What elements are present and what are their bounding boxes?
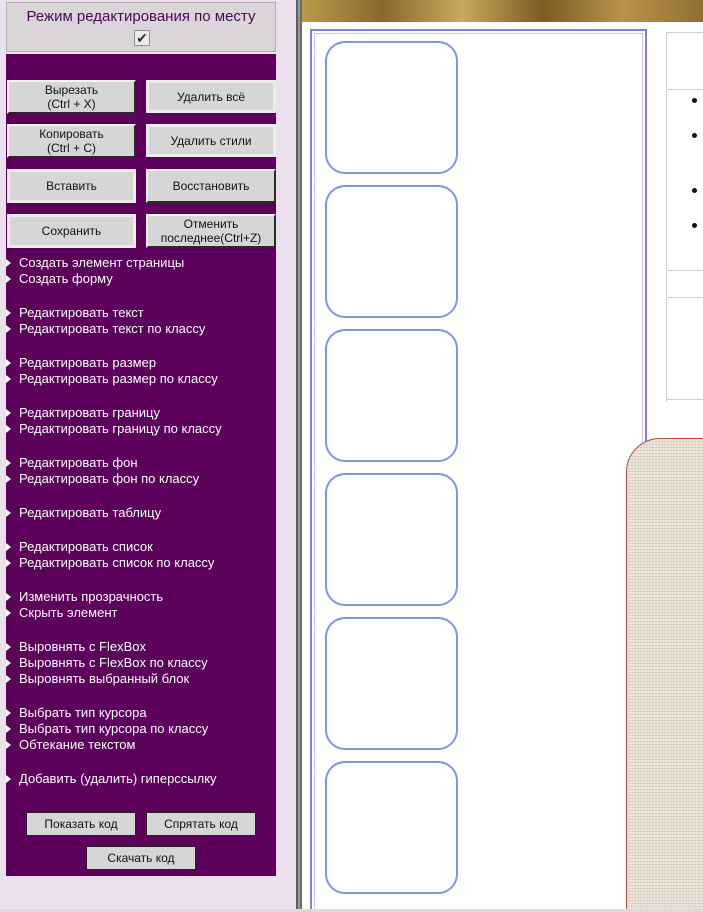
menu-item[interactable]: Редактировать фон bbox=[6, 455, 138, 471]
menu-item[interactable]: Редактировать список по классу bbox=[6, 555, 214, 571]
header-image-strip bbox=[302, 0, 703, 22]
menu-item[interactable]: Редактировать текст по классу bbox=[6, 321, 205, 337]
menu-item[interactable]: Выбрать тип курсора bbox=[6, 705, 147, 721]
checkmark-icon: ✔ bbox=[136, 30, 148, 46]
save-button[interactable]: Сохранить bbox=[7, 214, 136, 248]
menu-item[interactable]: Обтекание текстом bbox=[6, 737, 135, 753]
paste-button[interactable]: Вставить bbox=[7, 169, 136, 203]
content-card[interactable] bbox=[325, 41, 458, 174]
triangle-right-icon bbox=[6, 509, 11, 517]
content-card[interactable] bbox=[325, 185, 458, 318]
triangle-right-icon bbox=[6, 675, 11, 683]
menu-item[interactable]: Выровнять с FlexBox bbox=[6, 639, 146, 655]
list-bullet bbox=[692, 133, 697, 138]
triangle-right-icon bbox=[6, 543, 11, 551]
menu-item[interactable]: Редактировать список bbox=[6, 539, 153, 555]
menu-item[interactable]: Выбрать тип курсора по классу bbox=[6, 721, 208, 737]
triangle-right-icon bbox=[6, 359, 11, 367]
triangle-right-icon bbox=[6, 375, 11, 383]
menu-item[interactable]: Выровнять выбранный блок bbox=[6, 671, 189, 687]
list-bullet bbox=[692, 223, 697, 228]
menu-item[interactable]: Добавить (удалить) гиперссылку bbox=[6, 771, 217, 787]
delete-all-button[interactable]: Удалить всё bbox=[146, 80, 276, 113]
menu-item[interactable]: Редактировать границу bbox=[6, 405, 160, 421]
triangle-right-icon bbox=[6, 409, 11, 417]
menu-item[interactable]: Создать элемент страницы bbox=[6, 255, 184, 271]
triangle-right-icon bbox=[6, 475, 11, 483]
triangle-right-icon bbox=[6, 775, 11, 783]
triangle-right-icon bbox=[6, 659, 11, 667]
menu-item[interactable]: Редактировать таблицу bbox=[6, 505, 161, 521]
triangle-right-icon bbox=[6, 741, 11, 749]
triangle-right-icon bbox=[6, 325, 11, 333]
side-list-table bbox=[666, 32, 703, 402]
menu-item[interactable]: Скрыть элемент bbox=[6, 605, 117, 621]
show-code-button[interactable]: Показать код bbox=[26, 812, 136, 836]
block-column[interactable] bbox=[310, 29, 647, 912]
list-bullet bbox=[692, 98, 697, 103]
undo-button[interactable]: Отменить последнее(Ctrl+Z) bbox=[146, 214, 276, 248]
content-card[interactable] bbox=[325, 617, 458, 750]
panel-title: Режим редактирования по месту bbox=[26, 8, 256, 25]
triangle-right-icon bbox=[6, 259, 11, 267]
panel-body: Вырезать (Ctrl + X) Удалить всё Копирова… bbox=[6, 54, 276, 876]
list-bullet bbox=[692, 188, 697, 193]
menu-item[interactable]: Редактировать размер по классу bbox=[6, 371, 218, 387]
triangle-right-icon bbox=[6, 459, 11, 467]
copy-button[interactable]: Копировать (Ctrl + C) bbox=[7, 124, 136, 158]
menu-item[interactable]: Редактировать границу по классу bbox=[6, 421, 222, 437]
content-card[interactable] bbox=[325, 329, 458, 462]
triangle-right-icon bbox=[6, 725, 11, 733]
menu-item[interactable]: Редактировать размер bbox=[6, 355, 156, 371]
cut-button[interactable]: Вырезать (Ctrl + X) bbox=[7, 80, 136, 114]
menu-item[interactable]: Редактировать фон по классу bbox=[6, 471, 199, 487]
menu-item[interactable]: Выровнять с FlexBox по классу bbox=[6, 655, 208, 671]
triangle-right-icon bbox=[6, 275, 11, 283]
menu-item[interactable]: Изменить прозрачность bbox=[6, 589, 163, 605]
hide-code-button[interactable]: Спрятать код bbox=[146, 812, 256, 836]
triangle-right-icon bbox=[6, 609, 11, 617]
triangle-right-icon bbox=[6, 425, 11, 433]
triangle-right-icon bbox=[6, 709, 11, 717]
menu-item[interactable]: Редактировать текст bbox=[6, 305, 144, 321]
delete-styles-button[interactable]: Удалить стили bbox=[146, 124, 276, 157]
page-preview bbox=[302, 0, 703, 912]
edit-mode-checkbox[interactable]: ✔ bbox=[134, 30, 150, 46]
triangle-right-icon bbox=[6, 643, 11, 651]
content-card[interactable] bbox=[325, 761, 458, 894]
fabric-texture-block bbox=[626, 438, 703, 912]
download-code-button[interactable]: Скачать код bbox=[86, 846, 196, 870]
restore-button[interactable]: Восстановить bbox=[146, 169, 276, 203]
triangle-right-icon bbox=[6, 559, 11, 567]
menu-item[interactable]: Создать форму bbox=[6, 271, 113, 287]
triangle-right-icon bbox=[6, 309, 11, 317]
triangle-right-icon bbox=[6, 593, 11, 601]
panel-header: Режим редактирования по месту ✔ bbox=[6, 2, 276, 52]
content-card[interactable] bbox=[325, 473, 458, 606]
